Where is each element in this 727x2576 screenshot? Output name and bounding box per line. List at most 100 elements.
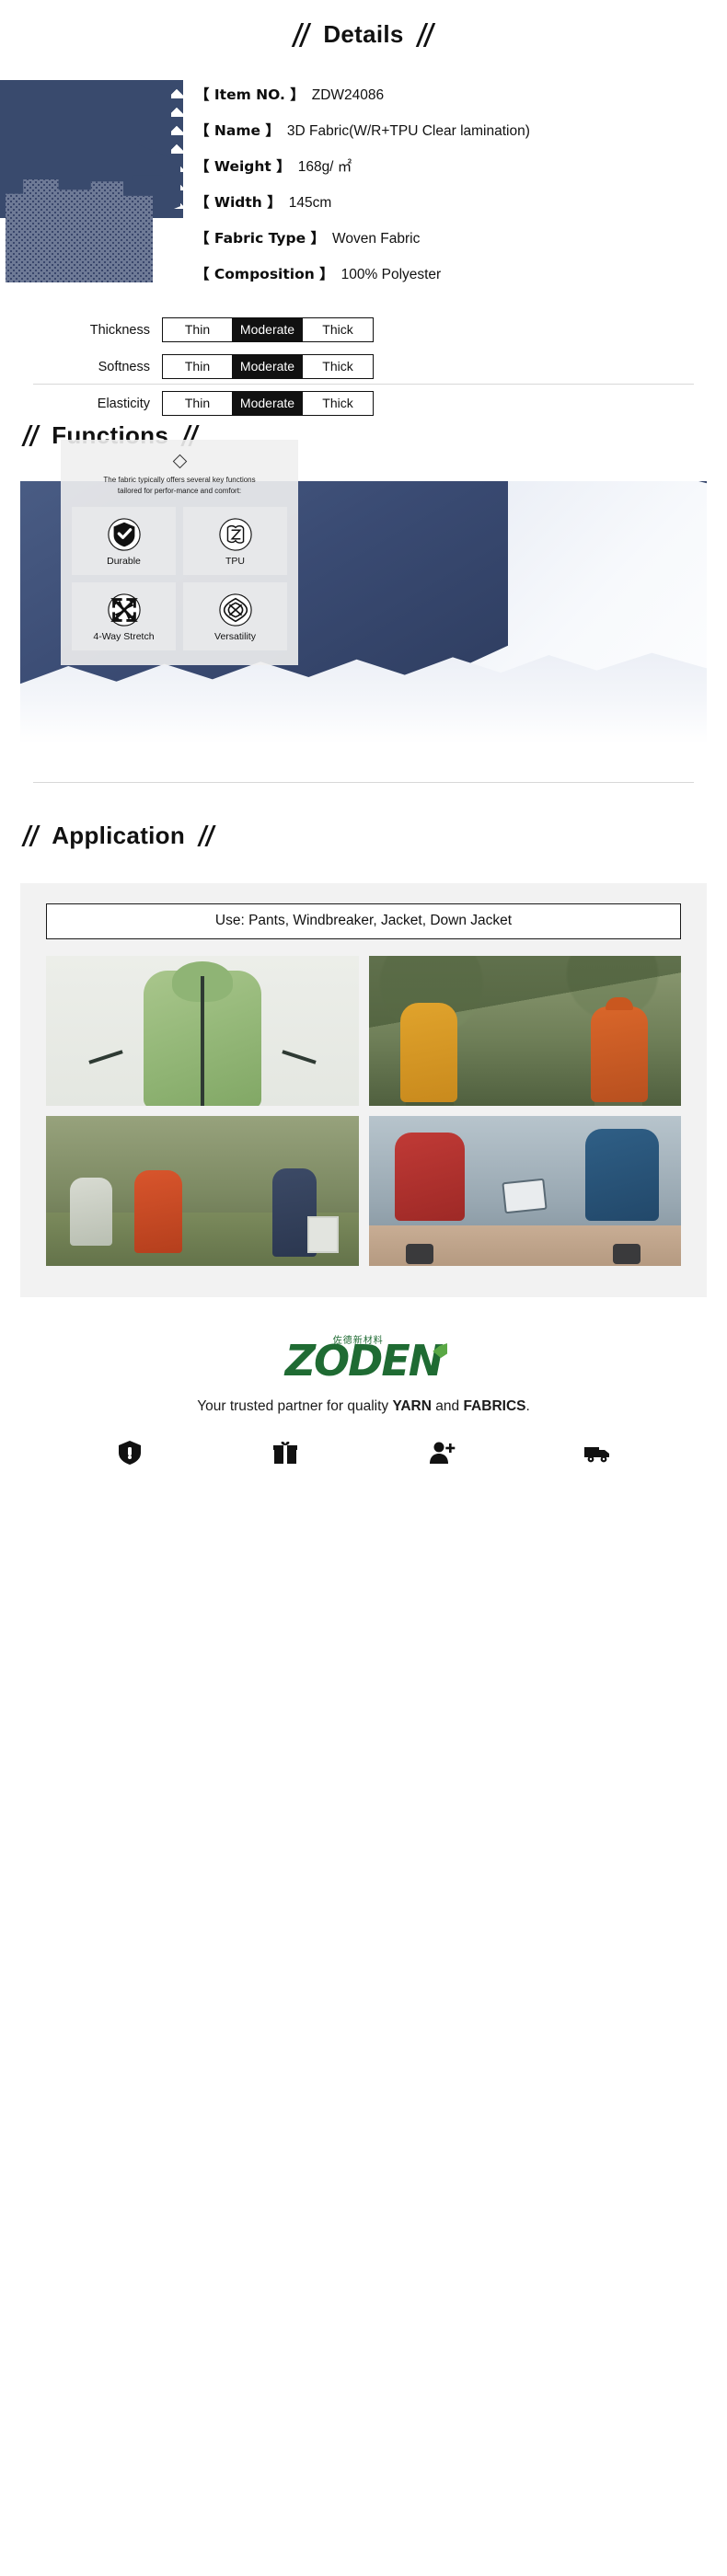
brand-logo[interactable]: 佐德新材料 ZODEN <box>0 1336 727 1386</box>
spec-key: 【 Item NO. 】 <box>195 86 305 103</box>
rating-options: Thin Moderate Thick <box>162 391 374 416</box>
slash-ornament-left <box>21 825 40 846</box>
tagline-fabrics: FABRICS <box>463 1398 526 1414</box>
spec-row: 【 Composition 】 100% Polyester <box>195 263 727 283</box>
rating-option-thick[interactable]: Thick <box>303 392 373 415</box>
tpu-film-icon <box>218 517 253 552</box>
rating-option-moderate[interactable]: Moderate <box>233 355 303 378</box>
green-jacket-product-photo[interactable] <box>46 956 359 1106</box>
yellow-jacket-person <box>399 1003 457 1102</box>
functions-grid: Durable TPU 4-Way Stretch Versatility <box>72 507 287 651</box>
rating-option-moderate[interactable]: Moderate <box>233 392 303 415</box>
slash-ornament-left <box>21 425 40 446</box>
rating-option-thin[interactable]: Thin <box>163 355 233 378</box>
spec-row: 【 Width 】 145cm <box>195 191 727 212</box>
use-banner: Use: Pants, Windbreaker, Jacket, Down Ja… <box>46 903 681 939</box>
rating-label: Thickness <box>89 322 150 338</box>
application-title: Application <box>52 822 186 849</box>
two-hikers-outdoor-photo[interactable] <box>368 956 681 1106</box>
tagline-suffix: . <box>525 1398 530 1414</box>
rating-row-thickness: Thickness Thin Moderate Thick <box>77 317 374 342</box>
details-heading: Details <box>0 20 727 49</box>
rating-option-thin[interactable]: Thin <box>163 318 233 341</box>
footer-service-icons <box>0 1415 727 1466</box>
spec-key: 【 Fabric Type 】 <box>195 230 326 247</box>
shield-quality-icon[interactable] <box>116 1439 144 1466</box>
tagline-yarn: YARN <box>392 1398 432 1414</box>
hiking-boot-left <box>405 1244 433 1264</box>
function-card-tpu[interactable]: TPU <box>183 507 287 576</box>
page-footer: 佐德新材料 ZODEN Your trusted partner for qua… <box>0 1297 727 1466</box>
user-add-icon[interactable] <box>428 1439 456 1466</box>
details-title: Details <box>323 20 404 48</box>
spec-row: 【 Item NO. 】 ZDW24086 <box>195 84 727 104</box>
rating-row-softness: Softness Thin Moderate Thick <box>77 354 374 379</box>
spec-row: 【 Fabric Type 】 Woven Fabric <box>195 227 727 247</box>
application-heading: Application <box>0 822 727 850</box>
application-section: Application Use: Pants, Windbreaker, Jac… <box>0 783 727 1297</box>
fabric-property-table: Thickness Thin Moderate Thick Softness T… <box>77 317 374 428</box>
functions-overlay-card: The fabric typically offers several key … <box>61 440 298 666</box>
jacket-zipper <box>200 976 204 1106</box>
rating-option-moderate[interactable]: Moderate <box>233 318 303 341</box>
function-label: TPU <box>225 556 245 568</box>
tagline-prefix: Your trusted partner for quality <box>197 1398 393 1414</box>
slash-ornament-right <box>197 825 215 846</box>
tagline-mid: and <box>431 1398 464 1414</box>
rating-option-thin[interactable]: Thin <box>163 392 233 415</box>
person-light-jacket <box>70 1178 112 1246</box>
spec-key: 【 Composition 】 <box>195 266 334 282</box>
picnic-bag <box>306 1216 339 1253</box>
rating-label: Softness <box>98 359 150 374</box>
spec-row: 【 Name 】 3D Fabric(W/R+TPU Clear laminat… <box>195 120 727 140</box>
spec-value: Woven Fabric <box>332 231 421 247</box>
details-body: 【 Item NO. 】 ZDW24086 【 Name 】 3D Fabric… <box>0 80 727 416</box>
hiking-boot-right <box>613 1244 640 1264</box>
person-red-jacket <box>394 1133 465 1221</box>
rating-options: Thin Moderate Thick <box>162 317 374 342</box>
spec-value: 145cm <box>288 195 332 211</box>
spec-value: 3D Fabric(W/R+TPU Clear lamination) <box>286 123 530 139</box>
four-way-stretch-icon <box>107 592 142 627</box>
spec-list: 【 Item NO. 】 ZDW24086 【 Name 】 3D Fabric… <box>195 84 727 299</box>
function-card-durable[interactable]: Durable <box>72 507 176 576</box>
rating-label: Elasticity <box>97 396 150 411</box>
orange-shirt-person <box>591 1006 648 1102</box>
spec-value: 168g/ ㎡ <box>297 159 352 175</box>
functions-description: The fabric typically offers several key … <box>103 476 256 495</box>
jacket-pocket-right <box>281 1050 317 1064</box>
couple-with-tablet-photo[interactable] <box>368 1116 681 1266</box>
diamond-ornament-icon <box>172 454 187 469</box>
function-card-versatility[interactable]: Versatility <box>183 582 287 651</box>
spec-value: 100% Polyester <box>340 267 442 282</box>
versatility-knot-icon <box>218 592 253 627</box>
logo-chinese-text: 佐德新材料 <box>332 1336 384 1346</box>
spec-key: 【 Width 】 <box>195 194 282 211</box>
rating-options: Thin Moderate Thick <box>162 354 374 379</box>
rating-option-thick[interactable]: Thick <box>303 355 373 378</box>
functions-section: Functions The fabric typically offers se… <box>0 385 727 783</box>
jacket-pocket-left <box>88 1050 123 1064</box>
rating-option-thick[interactable]: Thick <box>303 318 373 341</box>
function-card-4-way-stretch[interactable]: 4-Way Stretch <box>72 582 176 651</box>
spec-key: 【 Name 】 <box>195 122 280 139</box>
shield-check-icon <box>107 517 142 552</box>
spec-key: 【 Weight 】 <box>195 158 291 175</box>
footer-tagline: Your trusted partner for quality YARN an… <box>0 1398 727 1415</box>
delivery-truck-icon[interactable] <box>583 1439 611 1466</box>
application-panel: Use: Pants, Windbreaker, Jacket, Down Ja… <box>20 883 707 1297</box>
function-label: Versatility <box>214 631 256 643</box>
details-section: Details 【 Item NO. 】 ZDW24086 【 Name 】 3… <box>0 0 727 416</box>
person-blue-jacket <box>585 1129 659 1221</box>
tablet-device <box>502 1178 548 1214</box>
family-outdoor-photo[interactable] <box>46 1116 359 1266</box>
slash-ornament-right <box>415 22 435 47</box>
slash-ornament-left <box>292 22 312 47</box>
gift-box-icon[interactable] <box>271 1439 299 1466</box>
person-orange-sweater <box>134 1170 182 1253</box>
orange-cap <box>606 997 633 1010</box>
application-photo-grid <box>46 956 681 1266</box>
logo-wordmark-block: 佐德新材料 ZODEN <box>285 1336 448 1386</box>
spec-value: ZDW24086 <box>311 87 385 103</box>
fabric-swatch-image <box>0 80 184 301</box>
